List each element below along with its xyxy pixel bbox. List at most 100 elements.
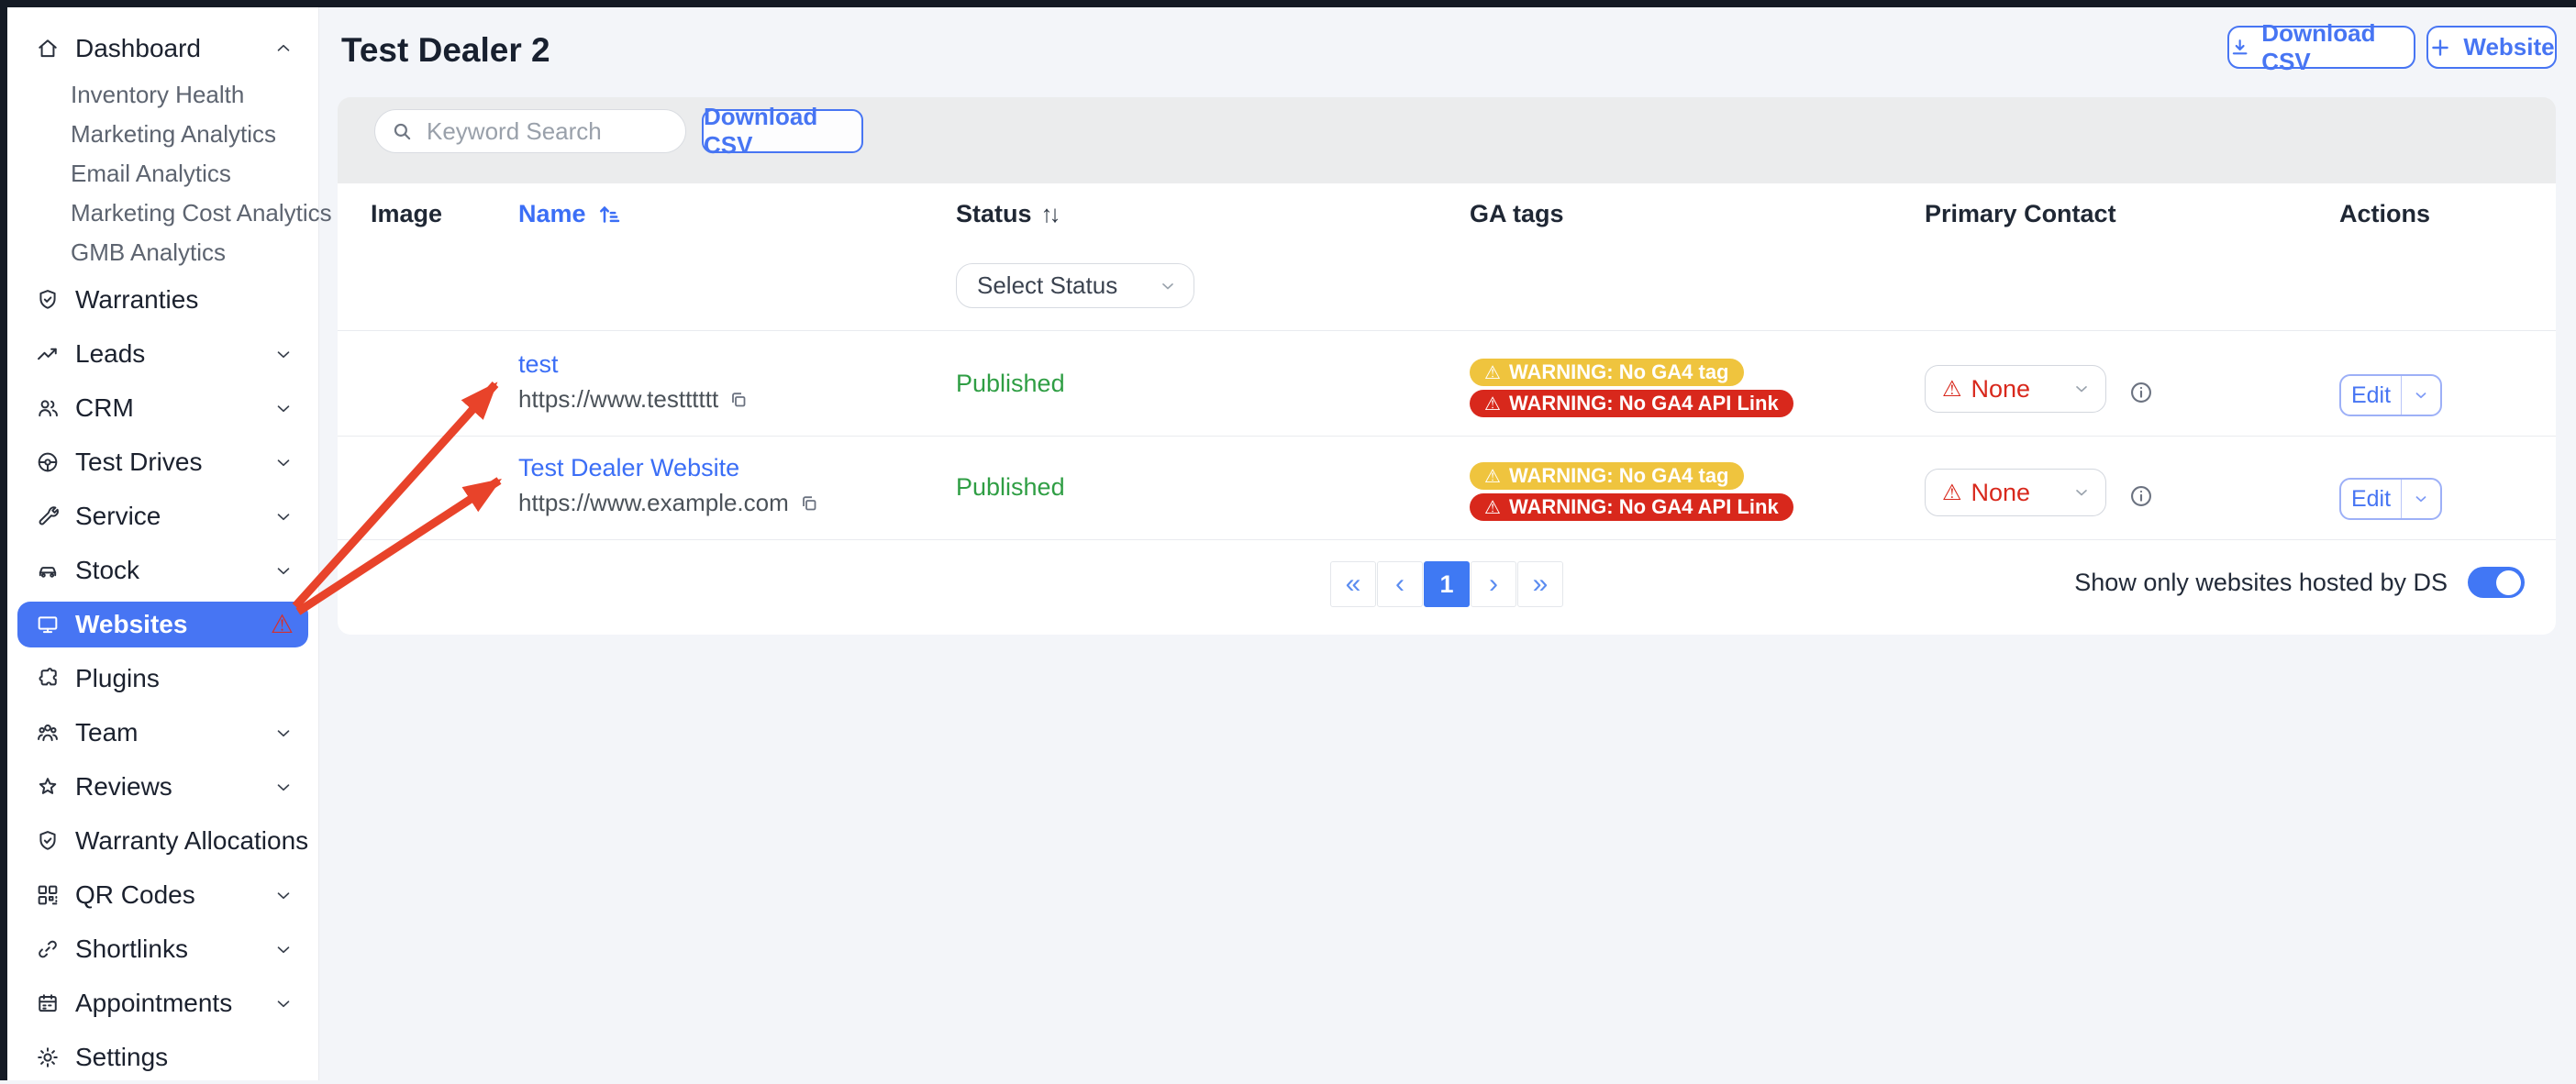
websites-table: Image Name Status↑↓ GA tags Primary Cont… bbox=[338, 183, 2556, 635]
home-icon bbox=[34, 35, 61, 62]
shield-check-icon bbox=[34, 286, 61, 314]
ga4-api-warning-badge: ⚠WARNING: No GA4 API Link bbox=[1470, 493, 1793, 521]
ga4-api-warning-badge: ⚠WARNING: No GA4 API Link bbox=[1470, 390, 1793, 417]
column-header-ga-tags: GA tags bbox=[1470, 200, 1564, 228]
toggle-label: Show only websites hosted by DS bbox=[2074, 569, 2448, 597]
website-url: https://www.testttttt bbox=[518, 385, 718, 414]
sidebar-item-crm[interactable]: CRM bbox=[7, 381, 318, 435]
download-csv-button-top[interactable]: Download CSV bbox=[2227, 26, 2415, 69]
sidebar-item-appointments[interactable]: Appointments bbox=[7, 976, 318, 1030]
status-filter-select[interactable]: Select Status bbox=[956, 263, 1194, 308]
edit-split-button[interactable]: Edit bbox=[2339, 478, 2442, 520]
hosted-by-ds-toggle[interactable] bbox=[2468, 567, 2525, 598]
chevron-down-icon bbox=[273, 993, 294, 1013]
sidebar-item-dashboard[interactable]: Dashboard bbox=[7, 21, 318, 75]
warning-icon: ⚠ bbox=[1484, 393, 1501, 415]
column-header-name[interactable]: Name bbox=[518, 200, 623, 228]
sidebar-item-warranties[interactable]: Warranties bbox=[7, 272, 318, 326]
pagination-prev-button[interactable]: ‹ bbox=[1377, 561, 1423, 607]
sidebar-item-qr-codes[interactable]: QR Codes bbox=[7, 868, 318, 922]
pagination-last-button[interactable]: » bbox=[1517, 561, 1563, 607]
hosted-toggle-row: Show only websites hosted by DS bbox=[2074, 567, 2525, 598]
column-header-actions: Actions bbox=[2339, 200, 2430, 228]
ga4-tag-warning-badge: ⚠WARNING: No GA4 tag bbox=[1470, 359, 1744, 386]
primary-contact-select[interactable]: ⚠ None bbox=[1925, 365, 2106, 413]
column-header-image: Image bbox=[371, 200, 442, 228]
sidebar-item-gmb-analytics[interactable]: GMB Analytics bbox=[7, 233, 318, 272]
sort-updown-icon: ↑↓ bbox=[1041, 200, 1058, 228]
status-published: Published bbox=[956, 370, 1065, 398]
chevron-down-icon bbox=[273, 398, 294, 418]
sidebar-item-settings[interactable]: Settings bbox=[7, 1030, 318, 1084]
download-icon bbox=[2229, 36, 2250, 60]
sidebar: Dashboard Inventory Health Marketing Ana… bbox=[7, 7, 319, 1080]
sidebar-item-warranty-allocations[interactable]: Warranty Allocations bbox=[7, 813, 318, 868]
row-divider bbox=[338, 436, 2556, 437]
edit-dropdown-toggle[interactable] bbox=[2401, 376, 2440, 415]
sidebar-item-test-drives[interactable]: Test Drives bbox=[7, 435, 318, 489]
info-icon[interactable] bbox=[2128, 483, 2154, 509]
users-icon bbox=[34, 394, 61, 422]
sidebar-item-shortlinks[interactable]: Shortlinks bbox=[7, 922, 318, 976]
plus-icon bbox=[2428, 36, 2452, 60]
primary-contact-select[interactable]: ⚠ None bbox=[1925, 469, 2106, 516]
copy-icon[interactable] bbox=[727, 389, 749, 411]
ga4-tag-warning-badge: ⚠WARNING: No GA4 tag bbox=[1470, 462, 1744, 490]
add-website-button[interactable]: Website bbox=[2426, 26, 2557, 69]
info-icon[interactable] bbox=[2128, 380, 2154, 405]
chevron-up-icon bbox=[273, 39, 294, 59]
sidebar-item-service[interactable]: Service bbox=[7, 489, 318, 543]
sidebar-item-email-analytics[interactable]: Email Analytics bbox=[7, 154, 318, 194]
edit-button[interactable]: Edit bbox=[2341, 480, 2401, 518]
sidebar-item-reviews[interactable]: Reviews bbox=[7, 759, 318, 813]
sidebar-item-inventory-health[interactable]: Inventory Health bbox=[7, 75, 318, 115]
edit-button[interactable]: Edit bbox=[2341, 376, 2401, 415]
sidebar-item-leads[interactable]: Leads bbox=[7, 326, 318, 381]
puzzle-icon bbox=[34, 665, 61, 692]
edit-dropdown-toggle[interactable] bbox=[2401, 480, 2440, 518]
warning-icon: ⚠ bbox=[1484, 361, 1501, 384]
window-frame-left bbox=[0, 0, 7, 1080]
warning-triangle-icon: ⚠ bbox=[1942, 376, 1962, 403]
car-icon bbox=[34, 557, 61, 584]
window-frame-top bbox=[0, 0, 2576, 7]
column-header-status[interactable]: Status↑↓ bbox=[956, 200, 1058, 228]
search-box bbox=[374, 109, 686, 153]
status-published: Published bbox=[956, 473, 1065, 502]
search-input[interactable] bbox=[425, 116, 671, 147]
website-name-link[interactable]: test bbox=[518, 350, 749, 379]
sort-ascending-icon bbox=[595, 201, 623, 228]
sidebar-item-team[interactable]: Team bbox=[7, 705, 318, 759]
ga-tags-cell: ⚠WARNING: No GA4 tag ⚠WARNING: No GA4 AP… bbox=[1470, 462, 1793, 521]
link-icon bbox=[34, 935, 61, 963]
copy-icon[interactable] bbox=[798, 492, 820, 514]
sidebar-item-websites[interactable]: Websites ⚠ bbox=[7, 597, 318, 651]
chevron-down-icon bbox=[273, 885, 294, 905]
calendar-icon bbox=[34, 990, 61, 1017]
download-csv-button[interactable]: Download CSV bbox=[702, 109, 863, 153]
website-name-link[interactable]: Test Dealer Website bbox=[518, 454, 820, 482]
chevron-down-icon bbox=[273, 344, 294, 364]
qr-icon bbox=[34, 881, 61, 909]
edit-split-button[interactable]: Edit bbox=[2339, 374, 2442, 416]
chevron-down-icon bbox=[273, 723, 294, 743]
team-icon bbox=[34, 719, 61, 747]
row-divider bbox=[338, 330, 2556, 331]
warning-triangle-icon: ⚠ bbox=[1942, 480, 1962, 506]
shield-check-icon bbox=[34, 827, 61, 855]
website-name-cell: Test Dealer Website https://www.example.… bbox=[518, 454, 820, 517]
pagination-page-1[interactable]: 1 bbox=[1424, 561, 1470, 607]
pagination-next-button[interactable]: › bbox=[1471, 561, 1516, 607]
pagination-first-button[interactable]: « bbox=[1330, 561, 1376, 607]
ga-tags-cell: ⚠WARNING: No GA4 tag ⚠WARNING: No GA4 AP… bbox=[1470, 359, 1793, 417]
chevron-down-icon bbox=[2072, 380, 2091, 398]
sidebar-item-marketing-analytics[interactable]: Marketing Analytics bbox=[7, 115, 318, 154]
website-url: https://www.example.com bbox=[518, 489, 789, 517]
sidebar-item-marketing-cost-analytics[interactable]: Marketing Cost Analytics bbox=[7, 194, 318, 233]
toolbar: Download CSV bbox=[338, 97, 2556, 183]
sidebar-item-stock[interactable]: Stock bbox=[7, 543, 318, 597]
sidebar-item-plugins[interactable]: Plugins bbox=[7, 651, 318, 705]
wrench-icon bbox=[34, 503, 61, 530]
row-divider bbox=[338, 539, 2556, 540]
chevron-down-icon bbox=[273, 939, 294, 959]
